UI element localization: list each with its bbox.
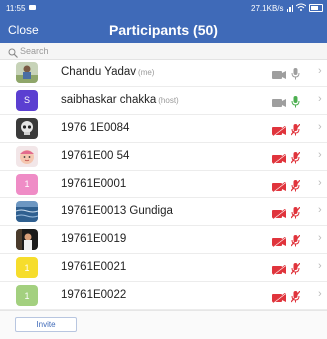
participant-name: Chandu Yadav bbox=[61, 66, 137, 78]
video-muted-icon bbox=[272, 123, 287, 141]
participant-name: 19761E0019 bbox=[61, 233, 127, 246]
participant-tag: (host) bbox=[158, 95, 179, 105]
video-muted-icon bbox=[272, 206, 287, 224]
media-status bbox=[272, 67, 300, 85]
page-title: Participants (50) bbox=[109, 22, 218, 38]
avatar: 1 bbox=[16, 173, 38, 195]
invite-button[interactable]: Invite bbox=[15, 317, 77, 332]
mic-muted-icon bbox=[290, 234, 301, 252]
participant-row[interactable]: 19761E00 54 › bbox=[0, 143, 327, 171]
participant-name-wrap: 19761E00 54 bbox=[61, 150, 129, 162]
media-status bbox=[272, 206, 301, 224]
media-status bbox=[272, 290, 301, 308]
media-status bbox=[272, 262, 301, 280]
avatar bbox=[16, 117, 38, 139]
mic-active-icon bbox=[291, 95, 300, 113]
participant-name: 1976 1E0084 bbox=[61, 121, 130, 134]
avatar bbox=[16, 62, 38, 83]
media-status bbox=[272, 95, 300, 113]
participant-row[interactable]: 1 19761E0001 › bbox=[0, 171, 327, 199]
participant-name-wrap: 1976 1E0084 bbox=[61, 122, 129, 134]
mic-muted-icon bbox=[290, 206, 301, 224]
participant-name: 19761E0013 Gundiga bbox=[61, 205, 173, 218]
participant-name-wrap: 19761E0013 Gundiga bbox=[61, 205, 173, 217]
video-muted-icon bbox=[272, 262, 287, 280]
media-status bbox=[272, 151, 301, 169]
video-off-icon bbox=[272, 95, 287, 113]
battery-icon bbox=[309, 4, 323, 12]
participant-name-wrap: Chandu Yadav (me) bbox=[61, 66, 154, 78]
wifi-icon bbox=[295, 3, 307, 13]
chevron-right-icon: › bbox=[318, 204, 322, 217]
avatar: 1 bbox=[16, 285, 38, 307]
chevron-right-icon: › bbox=[318, 92, 322, 105]
status-bar: 11:55 27.1KB/s bbox=[0, 0, 327, 17]
media-status bbox=[272, 234, 301, 252]
chevron-right-icon: › bbox=[318, 148, 322, 161]
status-right: 27.1KB/s bbox=[251, 3, 323, 13]
participant-row[interactable]: 19761E0013 Gundiga › bbox=[0, 198, 327, 227]
avatar bbox=[16, 145, 38, 167]
chevron-right-icon: › bbox=[318, 232, 322, 245]
participant-name: 19761E0022 bbox=[61, 289, 127, 302]
status-time: 11:55 bbox=[6, 4, 26, 13]
participant-tag: (me) bbox=[138, 68, 155, 77]
participant-name-wrap: 19761E0021 bbox=[61, 261, 126, 273]
participant-row[interactable]: 1976 1E0084 › bbox=[0, 115, 327, 143]
chevron-right-icon: › bbox=[318, 176, 322, 189]
media-status bbox=[272, 179, 301, 197]
media-status bbox=[272, 123, 301, 141]
avatar: 1 bbox=[16, 257, 38, 279]
mic-muted-icon bbox=[290, 151, 301, 169]
header: Close Participants (50) bbox=[0, 17, 327, 43]
chevron-right-icon: › bbox=[318, 65, 322, 77]
video-muted-icon bbox=[272, 151, 287, 169]
participant-name: saibhaskar chakka bbox=[61, 93, 157, 106]
video-off-icon bbox=[272, 67, 287, 85]
mic-icon bbox=[291, 67, 300, 85]
video-muted-icon bbox=[272, 179, 287, 197]
participant-name-wrap: 19761E0019 bbox=[61, 233, 126, 245]
participant-row[interactable]: 19761E0019 › bbox=[0, 226, 327, 255]
participant-list: Chandu Yadav (me) › Ssaibhaskar chakka (host… bbox=[0, 59, 327, 311]
mic-muted-icon bbox=[290, 179, 301, 197]
signal-icon bbox=[286, 4, 293, 12]
participant-name: 19761E00 54 bbox=[61, 149, 130, 162]
chevron-right-icon: › bbox=[318, 260, 322, 273]
mic-muted-icon bbox=[290, 262, 301, 280]
participant-name-wrap: saibhaskar chakka (host) bbox=[61, 94, 179, 106]
participant-row[interactable]: Chandu Yadav (me) › bbox=[0, 59, 327, 87]
avatar: S bbox=[16, 89, 38, 111]
mic-muted-icon bbox=[290, 123, 301, 141]
search-input[interactable] bbox=[20, 45, 310, 57]
battery-mini-icon bbox=[29, 5, 36, 10]
participant-row[interactable]: Ssaibhaskar chakka (host) › bbox=[0, 87, 327, 115]
chevron-right-icon: › bbox=[318, 288, 322, 301]
network-speed: 27.1KB/s bbox=[251, 3, 284, 13]
mic-muted-icon bbox=[290, 290, 301, 308]
avatar bbox=[16, 229, 38, 251]
participant-row[interactable]: 1 19761E0022 › bbox=[0, 282, 327, 311]
video-muted-icon bbox=[272, 234, 287, 252]
chevron-right-icon: › bbox=[318, 120, 322, 133]
participant-name-wrap: 19761E0001 bbox=[61, 178, 126, 190]
video-muted-icon bbox=[272, 290, 287, 308]
footer: Invite bbox=[0, 310, 327, 339]
participant-name: 19761E0001 bbox=[61, 177, 127, 190]
participant-name-wrap: 19761E0022 bbox=[61, 289, 126, 301]
participant-row[interactable]: 1 19761E0021 › bbox=[0, 254, 327, 283]
search-bar bbox=[0, 43, 327, 60]
participant-name: 19761E0021 bbox=[61, 261, 127, 274]
avatar bbox=[16, 201, 38, 223]
